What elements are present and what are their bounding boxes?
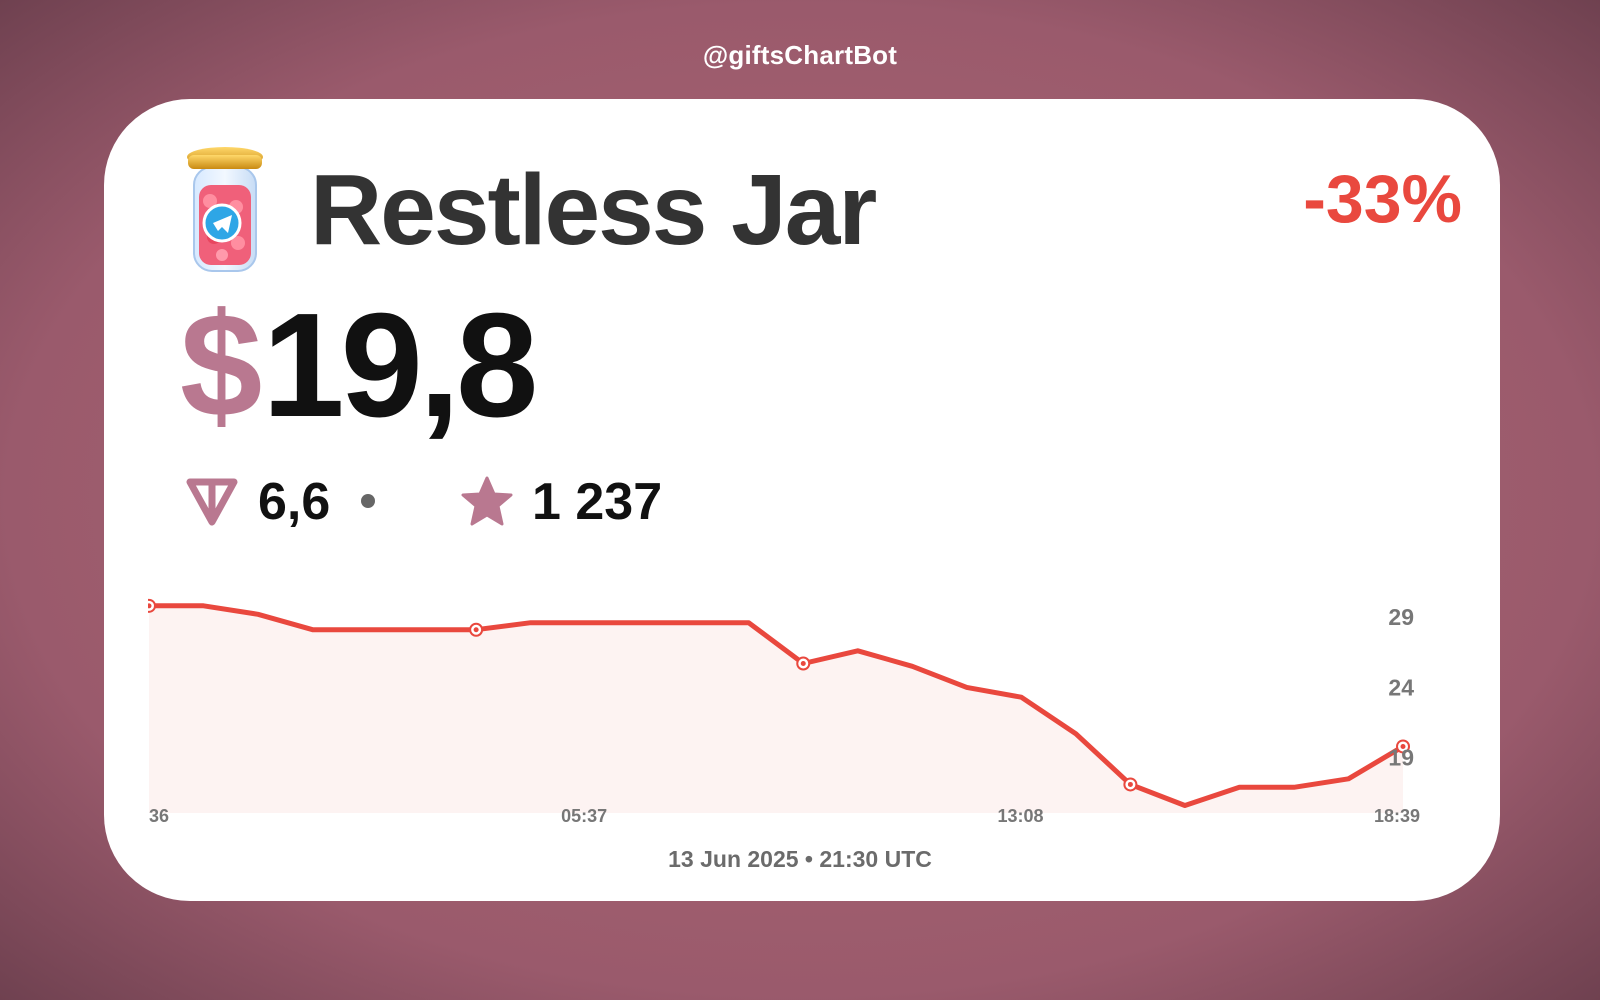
y-tick-label: 19 bbox=[1388, 745, 1414, 771]
timestamp: 13 Jun 2025 • 21:30 UTC bbox=[668, 846, 932, 872]
ton-price: 6,6 bbox=[184, 472, 330, 532]
stars-value: 1 237 bbox=[532, 473, 663, 531]
jar-icon bbox=[187, 147, 263, 272]
chart-point-center bbox=[1127, 781, 1133, 787]
separator-dot bbox=[361, 494, 375, 508]
price-change: -33% bbox=[1303, 161, 1462, 237]
ton-value: 6,6 bbox=[258, 473, 331, 531]
x-tick-label: 18:39 bbox=[1374, 806, 1420, 826]
bot-handle: @giftsChartBot bbox=[702, 40, 898, 70]
x-tick-label: 13:08 bbox=[997, 806, 1043, 826]
usd-value: 19,8 bbox=[262, 283, 538, 448]
chart-point-center bbox=[473, 627, 479, 633]
x-tick-label: 36 bbox=[149, 806, 169, 826]
y-tick-label: 24 bbox=[1388, 674, 1414, 700]
usd-price: $19,8 bbox=[180, 292, 538, 440]
ton-icon bbox=[186, 478, 238, 526]
price-chart: 29 24 19 36 05:37 13:08 18:39 bbox=[148, 598, 1420, 826]
y-tick-label: 29 bbox=[1388, 604, 1414, 630]
currency-symbol: $ bbox=[180, 283, 263, 448]
gift-name: Restless Jar bbox=[310, 154, 877, 266]
stars-price: 1 237 bbox=[460, 472, 662, 532]
x-tick-label: 05:37 bbox=[561, 806, 607, 826]
star-icon bbox=[461, 476, 513, 526]
chart-area-fill bbox=[149, 605, 1403, 813]
chart-point-center bbox=[800, 661, 806, 666]
